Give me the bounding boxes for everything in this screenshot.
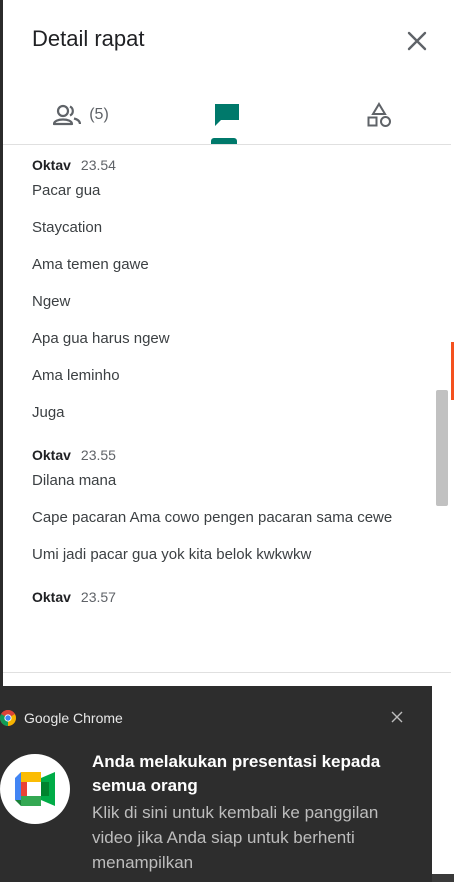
message-header: Oktav 23.57 <box>32 582 422 612</box>
tab-people[interactable]: (5) <box>41 86 121 144</box>
chat-message: Ama leminho <box>32 367 120 384</box>
notification-close-button[interactable] <box>386 706 408 728</box>
chat-message: Pacar gua <box>32 182 101 199</box>
message-time: 23.55 <box>80 447 116 463</box>
chat-message: Apa gua harus ngew <box>32 330 170 347</box>
people-icon <box>53 104 82 126</box>
google-meet-logo <box>0 754 70 824</box>
tab-activities[interactable] <box>355 86 403 144</box>
message-group: Oktav 23.55 Dilana mana Cape pacaran Ama… <box>32 440 422 566</box>
tab-chat[interactable] <box>203 86 251 144</box>
sender-name: Oktav <box>32 589 71 605</box>
chat-message: Juga <box>32 404 65 421</box>
message-header: Oktav 23.55 <box>32 440 422 470</box>
chat-message: Umi jadi pacar gua yok kita belok kwkwkw <box>32 546 312 563</box>
chat-messages: Oktav 23.54 Pacar gua Staycation Ama tem… <box>32 150 422 628</box>
notification-app-name: Google Chrome <box>24 710 123 726</box>
page-title: Detail rapat <box>32 26 145 51</box>
message-time: 23.54 <box>80 157 116 173</box>
chat-message: Ngew <box>32 293 71 310</box>
notification-body: Klik di sini untuk kembali ke panggilan … <box>92 803 379 872</box>
close-icon <box>407 31 427 51</box>
chat-message: Staycation <box>32 219 103 236</box>
message-group: Oktav 23.57 <box>32 582 422 612</box>
notification-header: Google Chrome <box>0 706 123 730</box>
chat-icon <box>215 104 239 126</box>
chat-message: Ama temen gawe <box>32 256 149 273</box>
chrome-icon <box>0 710 16 726</box>
google-meet-icon <box>15 772 55 806</box>
sender-name: Oktav <box>32 447 71 463</box>
close-button[interactable] <box>400 24 434 58</box>
message-header: Oktav 23.54 <box>32 150 422 180</box>
divider <box>3 672 451 673</box>
background-window-panel <box>432 764 454 874</box>
close-icon <box>391 711 403 723</box>
scrollbar-thumb[interactable] <box>436 390 448 506</box>
notification-title: Anda melakukan presentasi kepada semua o… <box>92 752 381 795</box>
message-time: 23.57 <box>80 589 116 605</box>
chat-message: Dilana mana <box>32 472 117 489</box>
message-group: Oktav 23.54 Pacar gua Staycation Ama tem… <box>32 150 422 424</box>
people-count: (5) <box>89 106 109 123</box>
sender-name: Oktav <box>32 157 71 173</box>
active-tab-indicator <box>211 138 237 144</box>
shapes-icon <box>367 102 391 127</box>
chat-message: Cape pacaran Ama cowo pengen pacaran sam… <box>32 509 393 526</box>
chrome-notification[interactable]: Google Chrome Anda melakukan presentasi … <box>0 686 432 882</box>
tab-bar: (5) <box>3 86 451 145</box>
